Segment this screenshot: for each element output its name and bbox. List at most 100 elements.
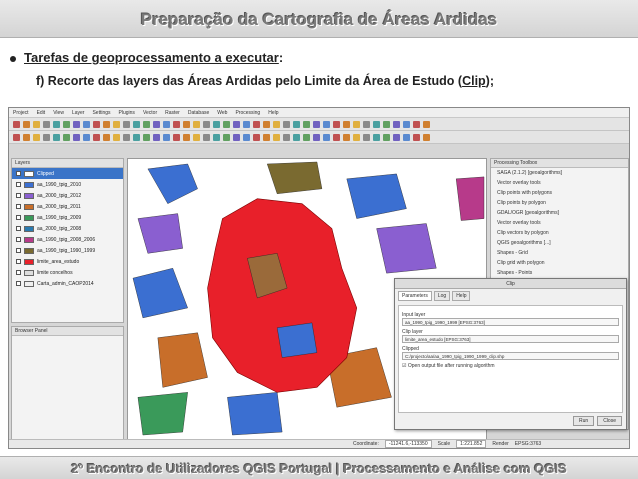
tab-help[interactable]: Help bbox=[452, 291, 471, 301]
toolbar-icon[interactable] bbox=[73, 134, 80, 141]
toolbar-icon[interactable] bbox=[343, 121, 350, 128]
menu-item[interactable]: Raster bbox=[165, 110, 180, 116]
toolbar-icon[interactable] bbox=[223, 134, 230, 141]
toolbar-icon[interactable] bbox=[253, 134, 260, 141]
toolbar-icon[interactable] bbox=[423, 121, 430, 128]
toolbar-icon[interactable] bbox=[173, 134, 180, 141]
toolbar-icon[interactable] bbox=[303, 121, 310, 128]
toolbar-icon[interactable] bbox=[203, 121, 210, 128]
run-button[interactable]: Run bbox=[573, 416, 595, 426]
processing-item[interactable]: Shapes - Points bbox=[491, 268, 628, 278]
toolbar-icon[interactable] bbox=[283, 134, 290, 141]
toolbar-icon[interactable] bbox=[383, 121, 390, 128]
layer-row[interactable]: aa_2000_tpig_2008 bbox=[12, 223, 123, 234]
toolbar-icon[interactable] bbox=[13, 134, 20, 141]
toolbar-icon[interactable] bbox=[293, 134, 300, 141]
layer-row[interactable]: Carta_admin_CAOP2014 bbox=[12, 278, 123, 289]
toolbar-icon[interactable] bbox=[43, 121, 50, 128]
tab-parameters[interactable]: Parameters bbox=[398, 291, 432, 301]
toolbar-icon[interactable] bbox=[333, 121, 340, 128]
toolbar-icon[interactable] bbox=[363, 121, 370, 128]
toolbar-icon[interactable] bbox=[263, 134, 270, 141]
toolbar-icon[interactable] bbox=[243, 134, 250, 141]
toolbar-icon[interactable] bbox=[93, 134, 100, 141]
toolbar-icon[interactable] bbox=[23, 134, 30, 141]
toolbar-icon[interactable] bbox=[183, 134, 190, 141]
coordinate-field[interactable]: -11241.6,-113350 bbox=[384, 440, 432, 448]
toolbar-icon[interactable] bbox=[93, 121, 100, 128]
toolbar-icon[interactable] bbox=[323, 121, 330, 128]
menu-item[interactable]: Help bbox=[268, 110, 278, 116]
toolbar-icon[interactable] bbox=[343, 134, 350, 141]
layer-visibility-checkbox[interactable] bbox=[16, 193, 21, 198]
processing-item[interactable]: Vector overlay tools bbox=[491, 218, 628, 228]
menu-item[interactable]: Layer bbox=[72, 110, 85, 116]
toolbar-icon[interactable] bbox=[143, 134, 150, 141]
layer-row[interactable]: limite concelhos bbox=[12, 267, 123, 278]
layer-row[interactable]: aa_1990_tpig_2009 bbox=[12, 212, 123, 223]
toolbar-icon[interactable] bbox=[353, 134, 360, 141]
toolbar-icon[interactable] bbox=[333, 134, 340, 141]
menu-item[interactable]: Plugins bbox=[119, 110, 135, 116]
processing-item[interactable]: Clip points by polygon bbox=[491, 198, 628, 208]
toolbar-icon[interactable] bbox=[193, 134, 200, 141]
toolbar-icon[interactable] bbox=[33, 134, 40, 141]
layer-visibility-checkbox[interactable] bbox=[16, 259, 21, 264]
toolbar-icon[interactable] bbox=[83, 121, 90, 128]
layer-visibility-checkbox[interactable] bbox=[16, 270, 21, 275]
toolbar-icon[interactable] bbox=[283, 121, 290, 128]
layer-visibility-checkbox[interactable] bbox=[16, 237, 21, 242]
toolbar-icon[interactable] bbox=[373, 134, 380, 141]
layer-visibility-checkbox[interactable] bbox=[16, 215, 21, 220]
toolbar-icon[interactable] bbox=[203, 134, 210, 141]
toolbar-icon[interactable] bbox=[393, 121, 400, 128]
layer-row[interactable]: aa_1990_tpig_2008_2006 bbox=[12, 234, 123, 245]
toolbar-icon[interactable] bbox=[233, 134, 240, 141]
layer-visibility-checkbox[interactable] bbox=[16, 182, 21, 187]
processing-item[interactable]: Clip points with polygons bbox=[491, 188, 628, 198]
toolbar-icon[interactable] bbox=[83, 134, 90, 141]
toolbar-icon[interactable] bbox=[43, 134, 50, 141]
processing-item[interactable]: Clip vectors by polygon bbox=[491, 228, 628, 238]
layer-row[interactable]: aa_1990_tpig_1990_1999 bbox=[12, 245, 123, 256]
toolbar-icon[interactable] bbox=[63, 134, 70, 141]
toolbar-icon[interactable] bbox=[383, 134, 390, 141]
toolbar-icon[interactable] bbox=[243, 121, 250, 128]
toolbar-icon[interactable] bbox=[233, 121, 240, 128]
toolbar-icon[interactable] bbox=[213, 121, 220, 128]
toolbar-icon[interactable] bbox=[213, 134, 220, 141]
toolbar-icon[interactable] bbox=[143, 121, 150, 128]
toolbar-icon[interactable] bbox=[123, 134, 130, 141]
toolbar-icon[interactable] bbox=[153, 121, 160, 128]
toolbar-icon[interactable] bbox=[53, 121, 60, 128]
toolbar-icon[interactable] bbox=[163, 134, 170, 141]
toolbar-icon[interactable] bbox=[113, 121, 120, 128]
toolbar-icon[interactable] bbox=[103, 121, 110, 128]
toolbar-icon[interactable] bbox=[73, 121, 80, 128]
processing-item[interactable]: Vector overlay tools bbox=[491, 178, 628, 188]
toolbar-icon[interactable] bbox=[193, 121, 200, 128]
menu-item[interactable]: View bbox=[53, 110, 64, 116]
crs-button[interactable]: EPSG:3763 bbox=[515, 441, 541, 447]
processing-item[interactable]: QGIS geoalgorithms [...] bbox=[491, 238, 628, 248]
toolbar-icon[interactable] bbox=[173, 121, 180, 128]
scale-field[interactable]: 1:221.852 bbox=[456, 440, 487, 448]
toolbar-icon[interactable] bbox=[413, 121, 420, 128]
toolbar-icon[interactable] bbox=[223, 121, 230, 128]
input-layer-select[interactable]: aa_1990_tpig_1990_1999 [EPSG:3763] bbox=[402, 318, 619, 326]
toolbar-icon[interactable] bbox=[423, 134, 430, 141]
toolbar-icon[interactable] bbox=[403, 121, 410, 128]
close-button[interactable]: Close bbox=[597, 416, 622, 426]
toolbar-icon[interactable] bbox=[303, 134, 310, 141]
layer-visibility-checkbox[interactable] bbox=[16, 281, 21, 286]
open-output-checkbox[interactable]: ☑ Open output file after running algorit… bbox=[402, 363, 619, 369]
toolbar-icon[interactable] bbox=[373, 121, 380, 128]
processing-item[interactable]: SAGA (2.1.2) [geoalgorithms] bbox=[491, 168, 628, 178]
toolbar-icon[interactable] bbox=[273, 134, 280, 141]
toolbar-icon[interactable] bbox=[113, 134, 120, 141]
toolbar-icon[interactable] bbox=[313, 121, 320, 128]
menu-item[interactable]: Database bbox=[188, 110, 209, 116]
toolbar-icon[interactable] bbox=[153, 134, 160, 141]
toolbar-icon[interactable] bbox=[133, 121, 140, 128]
menu-item[interactable]: Project bbox=[13, 110, 29, 116]
